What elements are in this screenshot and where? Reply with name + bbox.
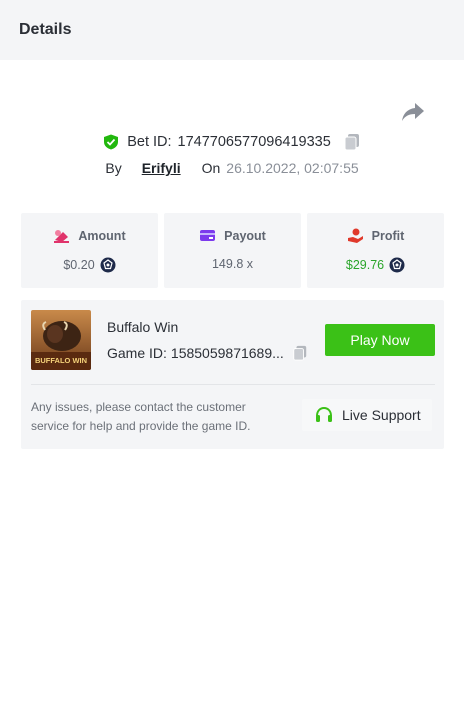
amount-value: $0.20 xyxy=(63,258,95,272)
bet-id-value: 1747706577096419335 xyxy=(177,134,331,150)
stat-payout: Payout 149.8 x xyxy=(164,213,301,288)
share-icon[interactable] xyxy=(401,101,425,123)
profit-label: Profit xyxy=(371,228,405,243)
support-message: Any issues, please contact the customer … xyxy=(31,400,251,433)
bet-id-row: Bet ID: 1747706577096419335 xyxy=(0,131,464,153)
live-support-button[interactable]: Live Support xyxy=(302,399,432,431)
payout-value: 149.8 x xyxy=(211,257,253,271)
headset-icon xyxy=(316,406,332,422)
by-label: By xyxy=(105,160,122,176)
bet-stats: Amount $0.20 Payout 149.8 x Profit $29.7… xyxy=(21,213,444,288)
stat-amount: Amount $0.20 xyxy=(21,213,158,288)
divider xyxy=(31,384,435,385)
bet-meta-row: By Erifyli On 26.10.2022, 02:07:55 xyxy=(0,158,464,178)
stat-profit: Profit $29.76 xyxy=(307,213,444,288)
live-support-label: Live Support xyxy=(342,407,421,423)
profit-value: $29.76 xyxy=(345,258,385,272)
thumb-text: BUFFALO WIN xyxy=(35,356,87,365)
on-label: On xyxy=(201,160,221,176)
wallet-icon xyxy=(200,230,216,241)
amount-icon xyxy=(54,230,70,243)
game-id-label: Game ID: xyxy=(107,345,167,361)
username-link[interactable]: Erifyli xyxy=(142,160,181,176)
payout-label: Payout xyxy=(224,228,266,243)
game-id-value: 1585059871689... xyxy=(170,345,284,361)
copy-icon[interactable] xyxy=(343,133,361,151)
game-name: Buffalo Win xyxy=(107,319,179,335)
page-title: Details xyxy=(19,21,72,38)
game-id-row: Game ID: 1585059871689... xyxy=(107,345,308,361)
bet-id-label: Bet ID: xyxy=(127,134,172,150)
amount-label: Amount xyxy=(78,228,126,243)
copy-icon[interactable] xyxy=(292,345,308,361)
game-thumbnail[interactable]: BUFFALO WIN xyxy=(31,310,91,370)
shield-check-icon xyxy=(104,134,119,150)
buffalo-win-logo: BUFFALO WIN xyxy=(31,310,91,370)
profit-hand-icon xyxy=(347,228,363,243)
game-card: BUFFALO WIN Buffalo Win Game ID: 1585059… xyxy=(21,300,444,449)
details-header: Details xyxy=(0,0,464,60)
play-now-button[interactable]: Play Now xyxy=(325,324,435,356)
coin-icon xyxy=(389,257,405,273)
coin-icon xyxy=(100,257,116,273)
bet-datetime: 26.10.2022, 02:07:55 xyxy=(226,160,359,176)
